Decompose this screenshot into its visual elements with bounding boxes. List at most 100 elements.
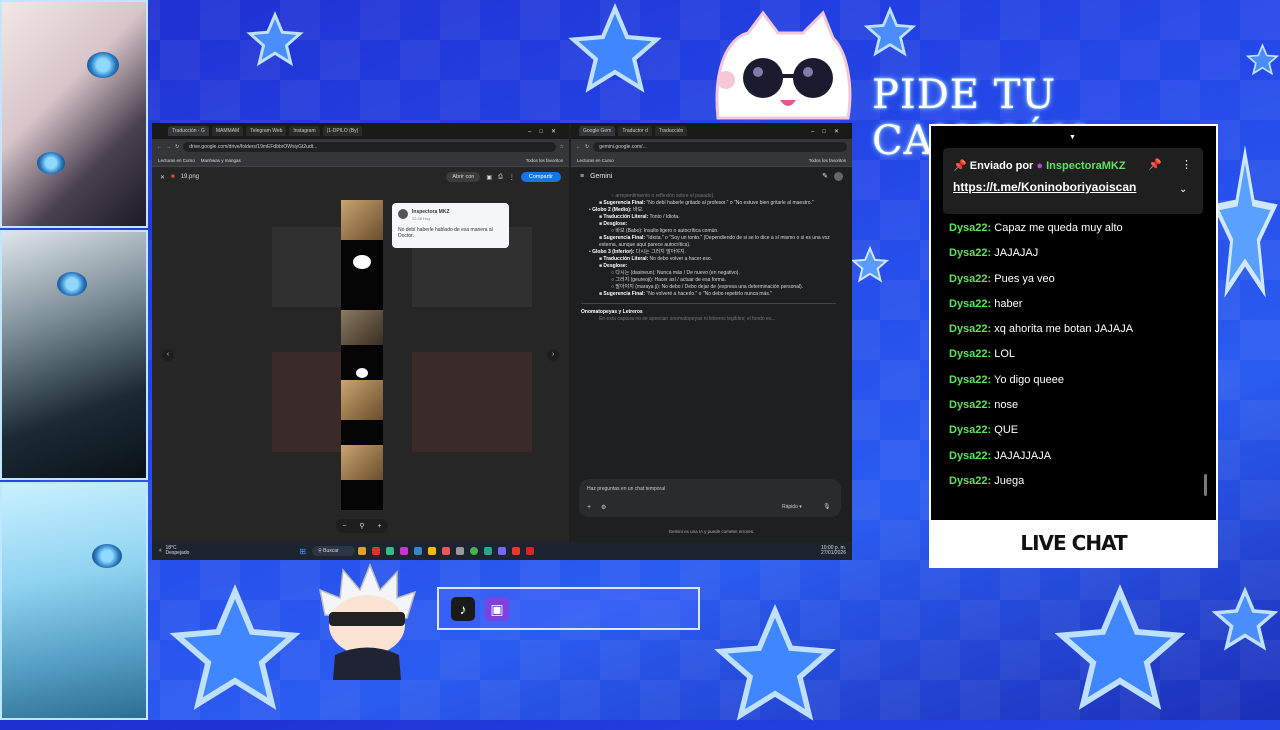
chat-text: xq ahorita me botan JAJAJA	[991, 323, 1134, 336]
chevron-down-icon[interactable]: ⌄	[1179, 184, 1187, 195]
mode-label: Rápido	[782, 504, 798, 510]
image-file-icon: ■	[171, 174, 175, 180]
taskbar-search[interactable]: ⚲ Buscar	[312, 546, 355, 556]
url-field[interactable]: drive.google.com/drive/folders/19mEFdbbr…	[183, 141, 556, 152]
next-arrow-icon[interactable]: ›	[547, 349, 559, 361]
bookmarks-bar: Lecturas en Curso Todos los favoritos	[571, 154, 852, 167]
twitch-icon[interactable]: ▣	[485, 597, 509, 621]
reload-icon[interactable]: ↻	[175, 144, 179, 150]
chat-username[interactable]: Dysa22:	[949, 475, 991, 487]
chat-username[interactable]: Dysa22:	[949, 424, 991, 436]
reload-icon[interactable]: ↻	[585, 144, 589, 150]
scrollbar[interactable]	[1204, 474, 1207, 496]
previous-arrow-icon[interactable]: ‹	[162, 349, 174, 361]
app-title: Gemini	[590, 172, 613, 180]
app-icon[interactable]	[399, 547, 408, 555]
chat-username[interactable]: Dysa22:	[949, 374, 991, 386]
chat-username[interactable]: Dysa22:	[949, 298, 991, 310]
open-with-button[interactable]: Abrir con	[446, 172, 481, 182]
mode-selector[interactable]: Rápido ▾	[782, 504, 802, 510]
pinned-author: InspectoraMKZ	[1046, 160, 1126, 172]
tab[interactable]: Instagram	[289, 126, 320, 136]
unpin-icon[interactable]: 📌	[1148, 158, 1162, 171]
bookmark-item[interactable]: Lecturas en Curso	[158, 158, 195, 163]
tools-icon[interactable]: ⚙	[601, 504, 606, 511]
zoom-search-icon[interactable]: ⚲	[359, 522, 364, 530]
tab[interactable]: Traducción - G	[168, 126, 209, 136]
avatar[interactable]	[834, 171, 843, 181]
star-icon	[850, 245, 890, 285]
tab[interactable]: MAMMAM	[211, 126, 244, 136]
user-icon: ●	[1036, 160, 1044, 172]
add-icon[interactable]: +	[587, 504, 591, 511]
app-icon[interactable]	[427, 547, 436, 555]
gemini-response: ○ arrepentimiento o reflexión sobre el p…	[581, 193, 836, 323]
new-chat-icon[interactable]: ✎	[822, 172, 828, 180]
prompt-input[interactable]: Haz preguntas en un chat temporal + ⚙ Rá…	[579, 479, 841, 517]
window-controls[interactable]: –□✕	[528, 128, 569, 135]
tab-bar: Google Gem Traductor d Traducción –□✕	[571, 123, 852, 139]
back-icon[interactable]: ←	[157, 144, 162, 150]
app-icon[interactable]	[497, 547, 506, 555]
comment-card[interactable]: Inspectora MKZ 22:36 Hoy No debí haberle…	[392, 203, 509, 248]
anime-panel-middle	[0, 230, 148, 480]
chrome-icon[interactable]	[469, 547, 478, 555]
print-icon[interactable]: ⎙	[498, 174, 503, 181]
app-icon[interactable]	[441, 547, 450, 555]
chat-username[interactable]: Dysa22:	[949, 247, 991, 259]
star-bookmark-icon[interactable]: ☆	[560, 144, 564, 150]
star-icon	[160, 580, 310, 720]
chat-username[interactable]: Dysa22:	[949, 348, 991, 360]
microphone-icon[interactable]: 🎙	[823, 503, 831, 510]
app-icon[interactable]	[525, 547, 534, 555]
pinned-link[interactable]: https://t.me/Koninoboriyaoiscan	[953, 180, 1136, 194]
bookmark-item[interactable]: Lecturas en Curso	[577, 158, 614, 163]
window-controls[interactable]: –□✕	[811, 128, 852, 135]
app-icon[interactable]	[413, 547, 422, 555]
menu-icon[interactable]: ≡	[580, 173, 584, 180]
disclaimer: Gemini es una IA y puede cometer errores…	[668, 529, 755, 534]
forward-icon[interactable]: →	[166, 144, 171, 150]
more-icon[interactable]: ⋮	[509, 174, 515, 181]
zoom-in-icon[interactable]: +	[377, 523, 381, 530]
bookmark-item[interactable]: Manhwas y mangas	[201, 158, 241, 163]
chat-username[interactable]: Dysa22:	[949, 323, 991, 335]
comment-icon[interactable]: ▣	[486, 174, 492, 181]
chat-username[interactable]: Dysa22:	[949, 273, 991, 285]
url-field[interactable]: gemini.google.com/...	[593, 141, 847, 152]
windows-start-icon[interactable]: ⊞	[299, 547, 306, 556]
share-button[interactable]: Compartir	[520, 172, 561, 182]
response-line: ○ 말아야지 (maraya ji): No debo / Debo dejar…	[611, 284, 804, 290]
more-icon[interactable]: ⋮	[1181, 158, 1192, 171]
chat-username[interactable]: Dysa22:	[949, 399, 991, 411]
tab[interactable]: Traductor d	[618, 126, 652, 136]
tab[interactable]: Google Gem	[579, 126, 616, 136]
bookmark-item[interactable]: Todos los favoritos	[809, 158, 846, 163]
chat-username[interactable]: Dysa22:	[949, 450, 991, 462]
bookmark-item[interactable]: Todos los favoritos	[526, 158, 563, 163]
pinned-message[interactable]: 📌 Enviado por ● InspectoraMKZ 📌 ⋮ https:…	[943, 148, 1203, 214]
zoom-out-icon[interactable]: −	[342, 523, 346, 530]
anime-panel-bottom	[0, 482, 148, 720]
tab[interactable]: Traducción	[654, 126, 688, 136]
tab[interactable]: Telegram Web	[246, 126, 287, 136]
response-line: ○ 그러지 (geureoji): Hacer así / actuar de …	[611, 277, 726, 283]
tiktok-icon[interactable]: ♪	[451, 597, 475, 621]
app-icon[interactable]	[483, 547, 492, 555]
response-line: ■ Desglose:	[599, 221, 628, 227]
app-icon[interactable]	[385, 547, 394, 555]
star-icon	[700, 600, 850, 730]
file-explorer-icon[interactable]	[357, 547, 366, 555]
app-icon[interactable]	[455, 547, 464, 555]
app-icon[interactable]	[371, 547, 380, 555]
chat-text: Pues ya veo	[991, 272, 1055, 285]
response-line: ■ Sugerencia Final: "No debí haberle gri…	[599, 200, 814, 206]
chat-text: Juega	[991, 474, 1025, 487]
close-icon[interactable]: ✕	[160, 174, 165, 181]
prompt-placeholder: Haz preguntas en un chat temporal	[587, 486, 666, 492]
chat-username[interactable]: Dysa22:	[949, 222, 991, 234]
tab[interactable]: (1-DPILO (By)	[322, 126, 363, 136]
response-line: ■ Traducción Literal: Tonto / Idiota.	[599, 214, 680, 220]
back-icon[interactable]: ←	[576, 144, 581, 150]
app-icon[interactable]	[511, 547, 520, 555]
